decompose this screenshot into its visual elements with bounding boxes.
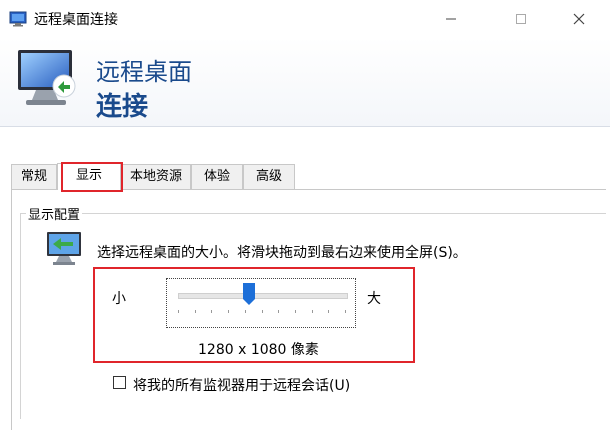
dialog-content: 常规 显示 本地资源 体验 高级 显示配置 选择远程桌面的大小。将滑块拖动到最右… (0, 127, 610, 430)
banner-title-line1: 远程桌面 (96, 58, 192, 86)
slider-tick (345, 310, 346, 313)
slider-tick (262, 310, 263, 313)
slider-tick (328, 310, 329, 313)
remote-desktop-logo-icon (16, 46, 78, 122)
slider-tick (245, 310, 246, 313)
tab-highlight-box (61, 162, 123, 192)
display-size-slider-thumb[interactable] (242, 283, 255, 305)
use-all-monitors-checkbox[interactable] (113, 376, 126, 389)
slider-ticks (178, 310, 346, 316)
slider-tick (211, 310, 212, 313)
maximize-button[interactable] (498, 0, 544, 38)
remote-desktop-icon (9, 11, 27, 31)
close-icon (573, 13, 585, 25)
maximize-icon (516, 14, 526, 24)
tab-general[interactable]: 常规 (11, 164, 57, 189)
slider-tick (178, 310, 179, 313)
slider-tick (295, 310, 296, 313)
tab-local-resources[interactable]: 本地资源 (121, 164, 191, 189)
slider-max-label: 大 (367, 291, 381, 307)
slider-tick (312, 310, 313, 313)
tab-experience[interactable]: 体验 (191, 164, 243, 189)
banner-title-line2: 连接 (96, 92, 149, 122)
title-bar: 远程桌面连接 (0, 0, 610, 38)
minimize-button[interactable] (428, 0, 474, 38)
resolution-label: 1280 x 1080 像素 (198, 342, 319, 358)
minimize-icon (446, 18, 456, 20)
display-size-instruction: 选择远程桌面的大小。将滑块拖动到最右边来使用全屏(S)。 (97, 245, 467, 261)
slider-tick (278, 310, 279, 313)
window-title: 远程桌面连接 (34, 12, 118, 28)
monitor-icon (46, 231, 84, 271)
close-button[interactable] (556, 0, 602, 38)
slider-tick (195, 310, 196, 313)
header-banner: 远程桌面 连接 (0, 38, 610, 127)
use-all-monitors-label[interactable]: 将我的所有监视器用于远程会话(U) (133, 375, 350, 395)
tab-advanced[interactable]: 高级 (243, 164, 295, 189)
display-config-title: 显示配置 (26, 204, 83, 223)
slider-min-label: 小 (112, 291, 126, 307)
slider-tick (228, 310, 229, 313)
slider-focus-box (166, 278, 356, 328)
display-size-slider-track[interactable] (178, 293, 348, 299)
window-right-edge (606, 127, 610, 419)
